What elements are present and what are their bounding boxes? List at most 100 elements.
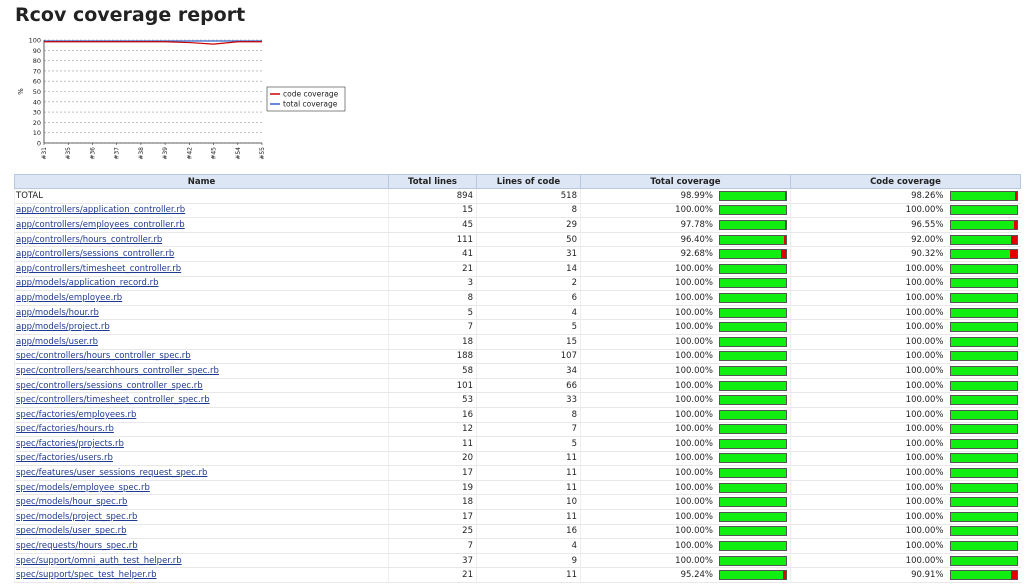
code-coverage-cell: 90.91%	[790, 567, 1021, 584]
table-row: spec/factories/employees.rb 16 8 100.00% 100…	[14, 407, 1021, 423]
file-link[interactable]: app/models/project.rb	[16, 322, 110, 332]
code-coverage-value: 100.00%	[905, 453, 944, 464]
file-link[interactable]: app/controllers/timesheet_controller.rb	[16, 264, 181, 274]
file-link[interactable]: spec/factories/projects.rb	[16, 439, 124, 449]
total-coverage-cell: 100.00%	[580, 538, 791, 554]
code-coverage-cell: 100.00%	[790, 392, 1021, 408]
total-coverage-bar	[719, 365, 787, 376]
total-coverage-bar	[719, 511, 787, 522]
total-coverage-bar	[719, 234, 787, 245]
column-header-total-coverage[interactable]: Total coverage	[580, 174, 791, 189]
code-coverage-bar	[949, 555, 1018, 566]
y-tick-label: 0	[37, 140, 41, 148]
file-link[interactable]: spec/support/omni_auth_test_helper.rb	[16, 556, 182, 566]
code-coverage-bar	[949, 409, 1018, 420]
column-header-total-lines[interactable]: Total lines	[388, 174, 477, 189]
file-link[interactable]: spec/requests/hours_spec.rb	[16, 541, 138, 551]
table-row: spec/controllers/hours_controller_spec.r…	[14, 349, 1021, 365]
total-coverage-bar	[719, 278, 787, 289]
total-lines-cell: 3	[388, 276, 477, 292]
code-coverage-bar	[949, 482, 1018, 493]
column-header-code-coverage[interactable]: Code coverage	[790, 174, 1021, 189]
total-coverage-value: 100.00%	[675, 395, 713, 406]
file-link[interactable]: spec/controllers/hours_controller_spec.r…	[16, 351, 191, 361]
coverage-history-chart: 0 10 20 30 40 50 60 70 80 90 100% #31 #35 #36 #37 #38 #3…	[17, 37, 346, 160]
file-link[interactable]: spec/support/spec_test_helper.rb	[16, 570, 157, 580]
total-lines-cell: 17	[388, 465, 477, 481]
file-link[interactable]: app/models/application_record.rb	[16, 278, 159, 288]
total-coverage-cell: 100.00%	[580, 509, 791, 525]
lines-of-code-cell: 34	[476, 363, 581, 379]
total-coverage-value: 100.00%	[675, 380, 713, 391]
total-coverage-cell: 100.00%	[580, 290, 791, 306]
total-coverage-cell: 100.00%	[580, 422, 791, 438]
code-coverage-value: 100.00%	[905, 497, 944, 508]
code-coverage-cell: 96.55%	[790, 217, 1021, 233]
file-link[interactable]: app/models/employee.rb	[16, 293, 122, 303]
code-coverage-bar-fill	[950, 454, 1017, 463]
file-name-cell: app/controllers/application_controller.r…	[14, 203, 389, 219]
file-link[interactable]: spec/controllers/sessions_controller_spe…	[16, 381, 203, 391]
lines-of-code-cell: 4	[476, 538, 581, 554]
lines-of-code-cell: 5	[476, 319, 581, 335]
file-link[interactable]: app/controllers/hours_controller.rb	[16, 235, 162, 245]
code-coverage-cell: 92.00%	[790, 232, 1021, 248]
file-link[interactable]: spec/factories/hours.rb	[16, 424, 114, 434]
total-lines-cell: 20	[388, 451, 477, 467]
code-coverage-bar	[949, 453, 1018, 464]
total-coverage-bar-fill	[720, 410, 786, 419]
file-link[interactable]: app/controllers/application_controller.r…	[16, 205, 185, 215]
file-link[interactable]: spec/models/employee_spec.rb	[16, 483, 150, 493]
file-link[interactable]: app/controllers/employees_controller.rb	[16, 220, 185, 230]
file-name-cell: TOTAL	[14, 188, 389, 204]
total-coverage-bar-fill	[720, 293, 786, 302]
file-link[interactable]: spec/controllers/searchhours_controller_…	[16, 366, 219, 376]
x-tick-label: #39	[162, 147, 169, 160]
total-lines-cell: 16	[388, 407, 477, 423]
total-coverage-bar-fill	[720, 454, 786, 463]
column-header-name[interactable]: Name	[14, 174, 389, 189]
code-coverage-bar-fill	[950, 366, 1017, 375]
file-link[interactable]: app/controllers/sessions_controller.rb	[16, 249, 174, 259]
total-coverage-bar-fill	[720, 542, 786, 551]
code-coverage-bar	[949, 395, 1018, 406]
total-coverage-bar	[719, 205, 787, 216]
code-coverage-bar-fill	[950, 352, 1017, 361]
file-link[interactable]: app/models/user.rb	[16, 337, 98, 347]
total-coverage-value: 100.00%	[675, 205, 713, 216]
file-link[interactable]: app/models/hour.rb	[16, 308, 99, 318]
file-link[interactable]: spec/models/project_spec.rb	[16, 512, 137, 522]
y-tick-label: 70	[33, 67, 41, 75]
y-tick-label: 80	[33, 57, 41, 65]
file-link[interactable]: spec/models/hour_spec.rb	[16, 497, 127, 507]
total-coverage-value: 100.00%	[675, 307, 713, 318]
file-link[interactable]: spec/factories/employees.rb	[16, 410, 136, 420]
y-tick-label: 20	[33, 119, 41, 127]
code-coverage-value: 100.00%	[905, 526, 944, 537]
x-tick-label: #54	[235, 147, 242, 160]
table-row: spec/models/user_spec.rb 25 16 100.00% 100.0…	[14, 524, 1021, 540]
code-coverage-value: 100.00%	[905, 307, 944, 318]
total-coverage-value: 95.24%	[680, 570, 713, 581]
file-name-cell: spec/requests/hours_spec.rb	[14, 538, 389, 554]
total-coverage-bar-fill	[720, 352, 786, 361]
code-coverage-cell: 100.00%	[790, 203, 1021, 219]
file-link[interactable]: spec/features/user_sessions_request_spec…	[16, 468, 207, 478]
file-name-cell: spec/models/hour_spec.rb	[14, 494, 389, 511]
total-coverage-bar-fill	[720, 366, 786, 375]
file-link[interactable]: spec/controllers/timesheet_controller_sp…	[16, 395, 210, 405]
lines-of-code-cell: 50	[476, 232, 581, 248]
code-coverage-bar	[949, 351, 1018, 362]
file-link[interactable]: spec/factories/users.rb	[16, 453, 113, 463]
code-coverage-bar-fill	[950, 512, 1017, 521]
column-header-lines-of-code[interactable]: Lines of code	[476, 174, 581, 189]
code-coverage-cell: 100.00%	[790, 305, 1021, 321]
total-coverage-value: 97.78%	[680, 219, 713, 230]
code-coverage-bar-fill	[950, 191, 1016, 200]
code-coverage-cell: 100.00%	[790, 261, 1021, 277]
code-coverage-value: 92.00%	[911, 234, 944, 245]
file-link[interactable]: spec/models/user_spec.rb	[16, 526, 126, 536]
code-coverage-bar	[949, 438, 1018, 449]
total-lines-cell: 5	[388, 305, 477, 321]
code-coverage-bar	[949, 336, 1018, 347]
